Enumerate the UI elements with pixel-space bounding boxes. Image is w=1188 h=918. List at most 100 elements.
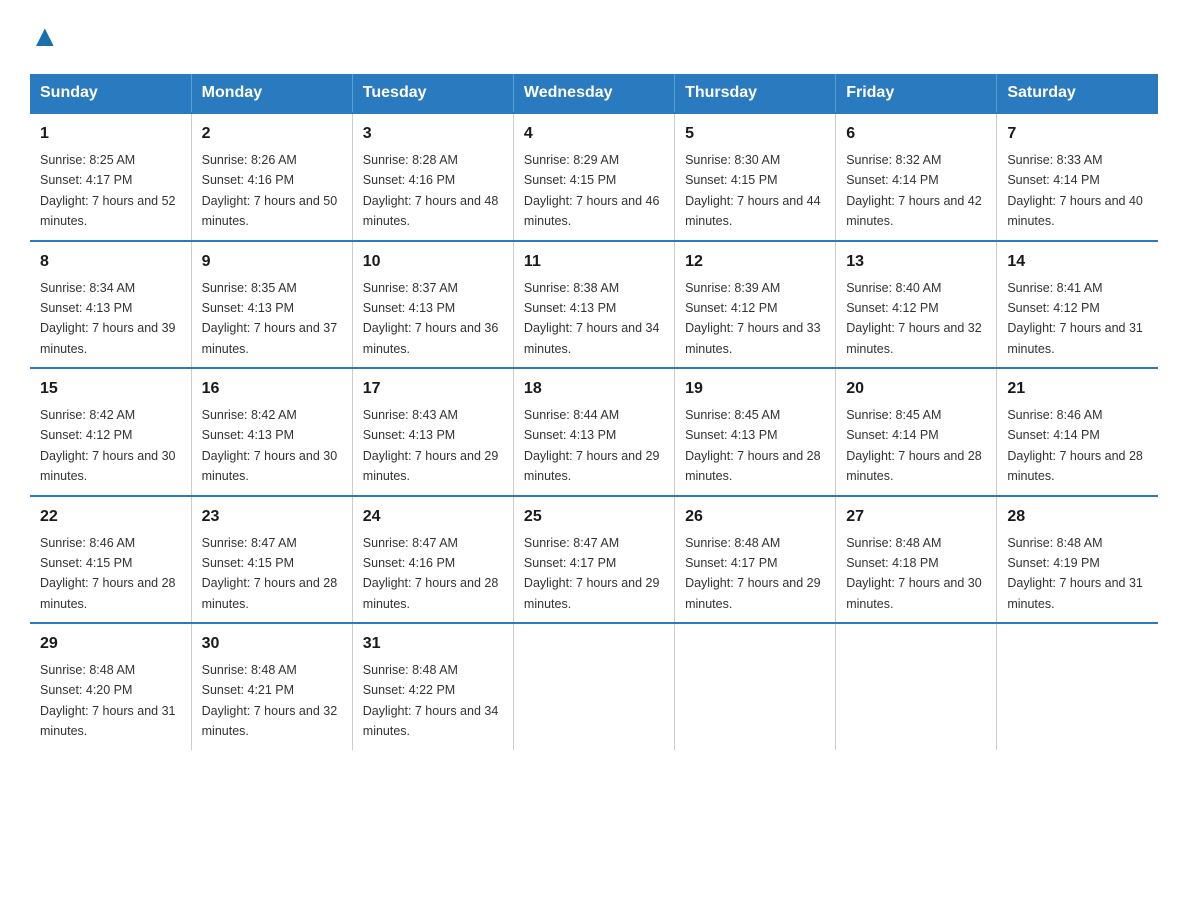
calendar-cell: [675, 623, 836, 750]
day-info: Sunrise: 8:48 AMSunset: 4:22 PMDaylight:…: [363, 663, 499, 738]
day-info: Sunrise: 8:28 AMSunset: 4:16 PMDaylight:…: [363, 153, 499, 228]
calendar-cell: 2 Sunrise: 8:26 AMSunset: 4:16 PMDayligh…: [191, 113, 352, 241]
day-number: 7: [1007, 122, 1148, 146]
calendar-cell: 17 Sunrise: 8:43 AMSunset: 4:13 PMDaylig…: [352, 368, 513, 496]
calendar-cell: [836, 623, 997, 750]
day-info: Sunrise: 8:26 AMSunset: 4:16 PMDaylight:…: [202, 153, 338, 228]
day-number: 29: [40, 632, 181, 656]
calendar-cell: 15 Sunrise: 8:42 AMSunset: 4:12 PMDaylig…: [30, 368, 191, 496]
calendar-cell: 6 Sunrise: 8:32 AMSunset: 4:14 PMDayligh…: [836, 113, 997, 241]
day-number: 22: [40, 505, 181, 529]
calendar-cell: 30 Sunrise: 8:48 AMSunset: 4:21 PMDaylig…: [191, 623, 352, 750]
calendar-cell: 10 Sunrise: 8:37 AMSunset: 4:13 PMDaylig…: [352, 241, 513, 369]
day-info: Sunrise: 8:46 AMSunset: 4:14 PMDaylight:…: [1007, 408, 1143, 483]
day-number: 4: [524, 122, 664, 146]
day-number: 17: [363, 377, 503, 401]
day-info: Sunrise: 8:43 AMSunset: 4:13 PMDaylight:…: [363, 408, 499, 483]
day-number: 26: [685, 505, 825, 529]
calendar-cell: 14 Sunrise: 8:41 AMSunset: 4:12 PMDaylig…: [997, 241, 1158, 369]
day-number: 18: [524, 377, 664, 401]
day-number: 25: [524, 505, 664, 529]
calendar-cell: 28 Sunrise: 8:48 AMSunset: 4:19 PMDaylig…: [997, 496, 1158, 624]
calendar-cell: 13 Sunrise: 8:40 AMSunset: 4:12 PMDaylig…: [836, 241, 997, 369]
day-number: 11: [524, 250, 664, 274]
calendar-cell: 21 Sunrise: 8:46 AMSunset: 4:14 PMDaylig…: [997, 368, 1158, 496]
day-number: 31: [363, 632, 503, 656]
day-number: 28: [1007, 505, 1148, 529]
day-info: Sunrise: 8:25 AMSunset: 4:17 PMDaylight:…: [40, 153, 176, 228]
day-info: Sunrise: 8:34 AMSunset: 4:13 PMDaylight:…: [40, 281, 176, 356]
calendar-cell: 8 Sunrise: 8:34 AMSunset: 4:13 PMDayligh…: [30, 241, 191, 369]
calendar-cell: 7 Sunrise: 8:33 AMSunset: 4:14 PMDayligh…: [997, 113, 1158, 241]
day-number: 1: [40, 122, 181, 146]
day-number: 27: [846, 505, 986, 529]
calendar-cell: 19 Sunrise: 8:45 AMSunset: 4:13 PMDaylig…: [675, 368, 836, 496]
day-info: Sunrise: 8:41 AMSunset: 4:12 PMDaylight:…: [1007, 281, 1143, 356]
day-info: Sunrise: 8:44 AMSunset: 4:13 PMDaylight:…: [524, 408, 660, 483]
calendar-cell: 24 Sunrise: 8:47 AMSunset: 4:16 PMDaylig…: [352, 496, 513, 624]
day-info: Sunrise: 8:42 AMSunset: 4:12 PMDaylight:…: [40, 408, 176, 483]
calendar-cell: 29 Sunrise: 8:48 AMSunset: 4:20 PMDaylig…: [30, 623, 191, 750]
day-info: Sunrise: 8:29 AMSunset: 4:15 PMDaylight:…: [524, 153, 660, 228]
calendar-cell: 23 Sunrise: 8:47 AMSunset: 4:15 PMDaylig…: [191, 496, 352, 624]
logo: ▲: [30, 20, 60, 54]
day-info: Sunrise: 8:48 AMSunset: 4:19 PMDaylight:…: [1007, 536, 1143, 611]
calendar-week-row: 22 Sunrise: 8:46 AMSunset: 4:15 PMDaylig…: [30, 496, 1158, 624]
day-number: 21: [1007, 377, 1148, 401]
calendar-cell: 5 Sunrise: 8:30 AMSunset: 4:15 PMDayligh…: [675, 113, 836, 241]
calendar-cell: [997, 623, 1158, 750]
calendar-cell: 18 Sunrise: 8:44 AMSunset: 4:13 PMDaylig…: [513, 368, 674, 496]
calendar-cell: 26 Sunrise: 8:48 AMSunset: 4:17 PMDaylig…: [675, 496, 836, 624]
calendar-cell: 27 Sunrise: 8:48 AMSunset: 4:18 PMDaylig…: [836, 496, 997, 624]
page-header: ▲: [30, 20, 1158, 54]
calendar-cell: 4 Sunrise: 8:29 AMSunset: 4:15 PMDayligh…: [513, 113, 674, 241]
day-info: Sunrise: 8:47 AMSunset: 4:16 PMDaylight:…: [363, 536, 499, 611]
col-header-saturday: Saturday: [997, 74, 1158, 113]
day-info: Sunrise: 8:40 AMSunset: 4:12 PMDaylight:…: [846, 281, 982, 356]
day-info: Sunrise: 8:38 AMSunset: 4:13 PMDaylight:…: [524, 281, 660, 356]
calendar-week-row: 15 Sunrise: 8:42 AMSunset: 4:12 PMDaylig…: [30, 368, 1158, 496]
day-info: Sunrise: 8:48 AMSunset: 4:20 PMDaylight:…: [40, 663, 176, 738]
day-number: 10: [363, 250, 503, 274]
day-number: 24: [363, 505, 503, 529]
day-info: Sunrise: 8:32 AMSunset: 4:14 PMDaylight:…: [846, 153, 982, 228]
day-number: 6: [846, 122, 986, 146]
col-header-friday: Friday: [836, 74, 997, 113]
calendar-cell: 12 Sunrise: 8:39 AMSunset: 4:12 PMDaylig…: [675, 241, 836, 369]
day-number: 12: [685, 250, 825, 274]
calendar-cell: 1 Sunrise: 8:25 AMSunset: 4:17 PMDayligh…: [30, 113, 191, 241]
day-number: 20: [846, 377, 986, 401]
calendar-cell: 3 Sunrise: 8:28 AMSunset: 4:16 PMDayligh…: [352, 113, 513, 241]
calendar-week-row: 29 Sunrise: 8:48 AMSunset: 4:20 PMDaylig…: [30, 623, 1158, 750]
calendar-week-row: 1 Sunrise: 8:25 AMSunset: 4:17 PMDayligh…: [30, 113, 1158, 241]
day-info: Sunrise: 8:35 AMSunset: 4:13 PMDaylight:…: [202, 281, 338, 356]
logo-general-text: ▲: [30, 20, 60, 54]
calendar-table: SundayMondayTuesdayWednesdayThursdayFrid…: [30, 74, 1158, 750]
day-info: Sunrise: 8:33 AMSunset: 4:14 PMDaylight:…: [1007, 153, 1143, 228]
day-number: 5: [685, 122, 825, 146]
day-number: 8: [40, 250, 181, 274]
day-number: 19: [685, 377, 825, 401]
day-info: Sunrise: 8:45 AMSunset: 4:14 PMDaylight:…: [846, 408, 982, 483]
calendar-cell: 11 Sunrise: 8:38 AMSunset: 4:13 PMDaylig…: [513, 241, 674, 369]
day-number: 23: [202, 505, 342, 529]
calendar-cell: 16 Sunrise: 8:42 AMSunset: 4:13 PMDaylig…: [191, 368, 352, 496]
day-number: 13: [846, 250, 986, 274]
col-header-sunday: Sunday: [30, 74, 191, 113]
day-info: Sunrise: 8:48 AMSunset: 4:21 PMDaylight:…: [202, 663, 338, 738]
day-number: 2: [202, 122, 342, 146]
day-info: Sunrise: 8:45 AMSunset: 4:13 PMDaylight:…: [685, 408, 821, 483]
day-info: Sunrise: 8:46 AMSunset: 4:15 PMDaylight:…: [40, 536, 176, 611]
day-info: Sunrise: 8:42 AMSunset: 4:13 PMDaylight:…: [202, 408, 338, 483]
day-info: Sunrise: 8:30 AMSunset: 4:15 PMDaylight:…: [685, 153, 821, 228]
day-info: Sunrise: 8:48 AMSunset: 4:18 PMDaylight:…: [846, 536, 982, 611]
day-info: Sunrise: 8:37 AMSunset: 4:13 PMDaylight:…: [363, 281, 499, 356]
calendar-cell: [513, 623, 674, 750]
calendar-header-row: SundayMondayTuesdayWednesdayThursdayFrid…: [30, 74, 1158, 113]
day-number: 9: [202, 250, 342, 274]
day-number: 14: [1007, 250, 1148, 274]
col-header-tuesday: Tuesday: [352, 74, 513, 113]
day-info: Sunrise: 8:47 AMSunset: 4:15 PMDaylight:…: [202, 536, 338, 611]
day-number: 16: [202, 377, 342, 401]
day-info: Sunrise: 8:39 AMSunset: 4:12 PMDaylight:…: [685, 281, 821, 356]
